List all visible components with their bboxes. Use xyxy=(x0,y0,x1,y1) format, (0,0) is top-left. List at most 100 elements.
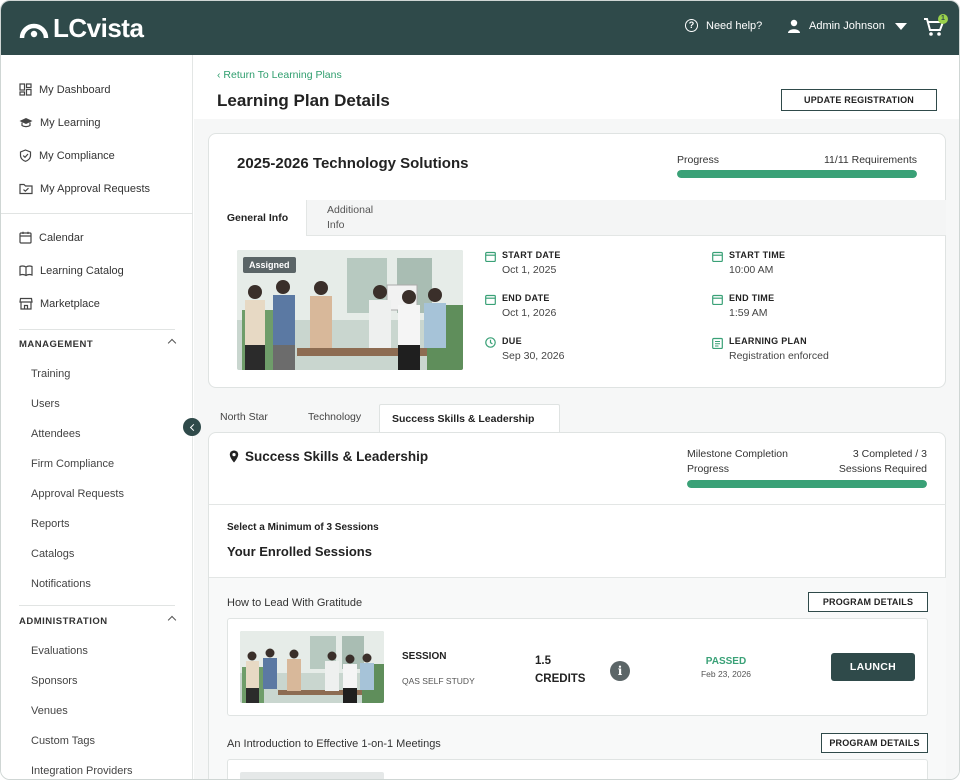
progress-requirements: 11/11 Requirements xyxy=(824,154,917,166)
min-sessions-label: Select a Minimum of 3 Sessions xyxy=(227,522,379,533)
sidebar-subitem[interactable]: Reports xyxy=(31,518,70,530)
page-title: Learning Plan Details xyxy=(217,91,390,110)
field-value: 10:00 AM xyxy=(729,264,774,276)
sidebar-item-my-compliance[interactable]: My Compliance xyxy=(19,149,115,162)
plan-progress-bar xyxy=(677,170,917,178)
brand-logo[interactable]: LCvista xyxy=(19,13,144,44)
milestone-title-text: Success Skills & Leadership xyxy=(245,449,429,464)
enrolled-sessions-title: Your Enrolled Sessions xyxy=(227,544,372,559)
session-type: SESSION xyxy=(402,651,447,662)
field-value: 1:59 AM xyxy=(729,307,768,319)
folder-check-icon xyxy=(19,183,33,195)
sidebar-item-label: My Approval Requests xyxy=(40,182,151,195)
user-menu[interactable]: Admin Johnson xyxy=(787,19,907,33)
plan-card: 2025-2026 Technology Solutions Progress … xyxy=(208,133,946,388)
session-image xyxy=(240,631,384,703)
sidebar-subitem[interactable]: Users xyxy=(31,398,60,410)
sidebar-item-marketplace[interactable]: Marketplace xyxy=(19,297,100,310)
field-label: START TIME xyxy=(729,250,786,260)
milestone-progress-label-line-2: Progress xyxy=(687,463,730,475)
milestone-progress-label-line-1: Milestone Completion xyxy=(687,448,788,460)
progress-fill xyxy=(677,170,917,178)
user-name: Admin Johnson xyxy=(809,20,885,32)
team-photo-illustration xyxy=(240,631,384,703)
field-value: Oct 1, 2026 xyxy=(502,307,557,319)
sidebar-subitem[interactable]: Approval Requests xyxy=(31,488,124,500)
milestone-completed-line-2: Sessions Required xyxy=(838,463,927,475)
program-details-button[interactable]: PROGRAM DETAILS xyxy=(821,733,928,753)
tab-north-star[interactable]: North Star xyxy=(220,411,268,423)
top-bar: LCvista ? Need help? Admin Johnson 1 xyxy=(1,1,959,55)
sidebar-item-label: Learning Catalog xyxy=(40,264,124,277)
sidebar-divider xyxy=(19,329,175,330)
calendar-icon xyxy=(19,231,32,244)
section-header-administration[interactable]: ADMINISTRATION xyxy=(19,615,177,627)
program-title: How to Lead With Gratitude xyxy=(227,597,363,609)
sidebar-subitem[interactable]: Catalogs xyxy=(31,548,74,560)
sidebar-subitem[interactable]: Evaluations xyxy=(31,645,88,657)
calendar-icon xyxy=(485,251,496,262)
clipboard-icon xyxy=(712,337,723,349)
sidebar-item-learning-catalog[interactable]: Learning Catalog xyxy=(19,264,124,277)
calendar-icon xyxy=(712,251,723,262)
plan-image: Assigned xyxy=(237,250,463,370)
sidebar-item-calendar[interactable]: Calendar xyxy=(19,231,84,244)
plan-tabs: General Info Additional Info xyxy=(209,200,946,236)
help-link[interactable]: ? Need help? xyxy=(685,19,762,32)
credits-value: 1.5 xyxy=(535,655,551,667)
sidebar-subitem[interactable]: Custom Tags xyxy=(31,735,95,747)
field-value: Oct 1, 2025 xyxy=(502,264,557,276)
back-link[interactable]: ‹ Return To Learning Plans xyxy=(217,69,342,81)
help-label: Need help? xyxy=(706,19,763,32)
program-details-button[interactable]: PROGRAM DETAILS xyxy=(808,592,928,612)
assigned-badge: Assigned xyxy=(243,257,296,273)
plan-title: 2025-2026 Technology Solutions xyxy=(237,155,469,172)
progress-label: Progress xyxy=(677,154,720,166)
field-label: START DATE xyxy=(502,250,561,260)
tab-technology[interactable]: Technology xyxy=(308,411,361,423)
field-value: Registration enforced xyxy=(729,350,829,362)
field-label: END DATE xyxy=(502,293,550,303)
credits-label: CREDITS xyxy=(535,673,586,685)
milestone-card: Success Skills & Leadership Milestone Co… xyxy=(208,432,946,779)
progress-fill xyxy=(687,480,927,488)
sidebar-subitem[interactable]: Attendees xyxy=(31,428,81,440)
sidebar-item-label: My Compliance xyxy=(39,149,115,162)
session-status-date: Feb 23, 2026 xyxy=(700,669,752,679)
sidebar-divider xyxy=(19,605,175,606)
start-time-field: START TIME 10:00 AM xyxy=(712,250,785,276)
milestone-title: Success Skills & Leadership xyxy=(229,449,428,464)
clock-icon xyxy=(485,337,496,348)
book-open-icon xyxy=(19,265,33,277)
launch-button[interactable]: LAUNCH xyxy=(831,653,915,681)
cart-button[interactable]: 1 xyxy=(923,14,948,42)
sidebar-subitem[interactable]: Notifications xyxy=(31,578,91,590)
sidebar-item-my-learning[interactable]: My Learning xyxy=(19,116,101,129)
end-time-field: END TIME 1:59 AM xyxy=(712,293,774,319)
sidebar-subitem[interactable]: Training xyxy=(31,368,70,380)
chevron-up-icon xyxy=(167,338,177,348)
learning-plan-field: LEARNING PLAN Registration enforced xyxy=(712,336,829,362)
info-icon[interactable]: i xyxy=(610,661,630,681)
session-format: QAS SELF STUDY xyxy=(402,676,475,686)
sidebar-subitem[interactable]: Sponsors xyxy=(31,675,77,687)
brand-name: LCvista xyxy=(53,13,144,43)
section-title: ADMINISTRATION xyxy=(19,616,108,627)
chevron-down-icon xyxy=(894,22,907,30)
sidebar-subitem[interactable]: Venues xyxy=(31,705,68,717)
section-header-management[interactable]: MANAGEMENT xyxy=(19,338,177,350)
sidebar-item-label: Marketplace xyxy=(40,297,100,310)
sidebar-item-my-dashboard[interactable]: My Dashboard xyxy=(19,83,111,96)
tab-additional-info[interactable]: Additional Info xyxy=(327,203,387,233)
sidebar-subitem[interactable]: Firm Compliance xyxy=(31,458,114,470)
update-registration-button[interactable]: UPDATE REGISTRATION xyxy=(781,89,937,111)
section-title: MANAGEMENT xyxy=(19,339,94,350)
sidebar-item-my-approval-requests[interactable]: My Approval Requests xyxy=(19,182,150,195)
tab-general-info[interactable]: General Info xyxy=(209,200,307,236)
session-image-placeholder xyxy=(240,772,384,779)
calendar-icon xyxy=(712,294,723,305)
sidebar-subitem[interactable]: Integration Providers xyxy=(31,765,133,777)
tab-success-skills[interactable]: Success Skills & Leadership xyxy=(379,404,560,433)
back-link-label: Return To Learning Plans xyxy=(223,69,342,81)
collapse-sidebar-button[interactable] xyxy=(183,418,201,436)
